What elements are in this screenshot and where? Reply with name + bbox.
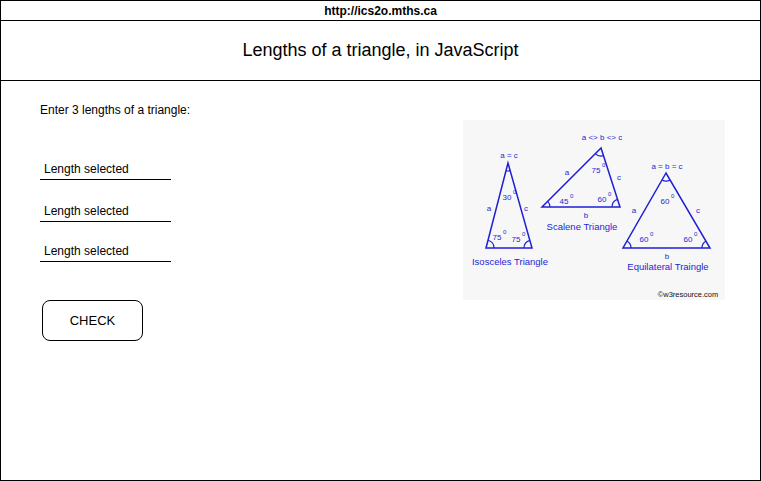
svg-text:Scalene Triangle: Scalene Triangle xyxy=(547,221,618,232)
svg-text:b: b xyxy=(584,211,589,220)
svg-text:45: 45 xyxy=(560,197,569,206)
length-field[interactable] xyxy=(40,158,171,180)
svg-text:a = c: a = c xyxy=(500,151,518,160)
svg-text:0: 0 xyxy=(602,162,606,168)
page-title: Lengths of a triangle, in JavaScript xyxy=(1,21,760,81)
svg-text:60: 60 xyxy=(661,197,670,206)
triangle: a = cac300750750Isosceles Triangle xyxy=(472,151,548,267)
check-button[interactable]: CHECK xyxy=(42,300,143,341)
svg-text:c: c xyxy=(696,206,700,215)
svg-text:c: c xyxy=(524,204,528,213)
triangle: a = b = cacb600600600Equilateral Traingl… xyxy=(623,162,710,272)
svg-text:30: 30 xyxy=(503,193,512,202)
svg-text:60: 60 xyxy=(684,235,693,244)
svg-text:Isosceles Triangle: Isosceles Triangle xyxy=(472,256,548,267)
svg-text:0: 0 xyxy=(608,191,612,197)
svg-text:a: a xyxy=(565,168,570,177)
svg-text:Equilateral Traingle: Equilateral Traingle xyxy=(627,261,708,272)
triangle: a <> b <> cacb750450600Scalene Triangle xyxy=(542,133,622,232)
svg-text:0: 0 xyxy=(650,231,654,237)
app-window: http://ics2o.mths.caLengths of a triangl… xyxy=(0,0,761,481)
svg-text:b: b xyxy=(665,252,670,261)
svg-text:a: a xyxy=(632,206,637,215)
length-field[interactable] xyxy=(40,200,171,222)
svg-text:75: 75 xyxy=(512,235,521,244)
svg-text:0: 0 xyxy=(671,193,675,199)
url-bar: http://ics2o.mths.ca xyxy=(1,1,760,21)
svg-text:0: 0 xyxy=(513,189,517,195)
svg-text:a: a xyxy=(487,204,492,213)
svg-text:0: 0 xyxy=(522,231,526,237)
prompt: Enter 3 lengths of a triangle: xyxy=(40,102,190,118)
form: Enter 3 lengths of a triangle: CHECK xyxy=(1,81,190,480)
svg-text:c: c xyxy=(617,173,621,182)
svg-text:0: 0 xyxy=(570,193,574,199)
content: Enter 3 lengths of a triangle: CHECK a = c… xyxy=(1,81,760,480)
svg-text:0: 0 xyxy=(694,231,698,237)
svg-text:75: 75 xyxy=(592,166,601,175)
svg-text:60: 60 xyxy=(598,195,607,204)
svg-text:75: 75 xyxy=(493,233,502,242)
svg-text:a <> b <> c: a <> b <> c xyxy=(582,133,622,142)
length-field[interactable] xyxy=(40,240,171,262)
svg-text:60: 60 xyxy=(640,235,649,244)
triangle-types-figure: a = cac300750750Isosceles Trianglea <> b… xyxy=(463,120,725,300)
svg-text:0: 0 xyxy=(503,229,507,235)
svg-text:a = b = c: a = b = c xyxy=(651,162,682,171)
svg-text:©w3resource.com: ©w3resource.com xyxy=(658,290,719,299)
